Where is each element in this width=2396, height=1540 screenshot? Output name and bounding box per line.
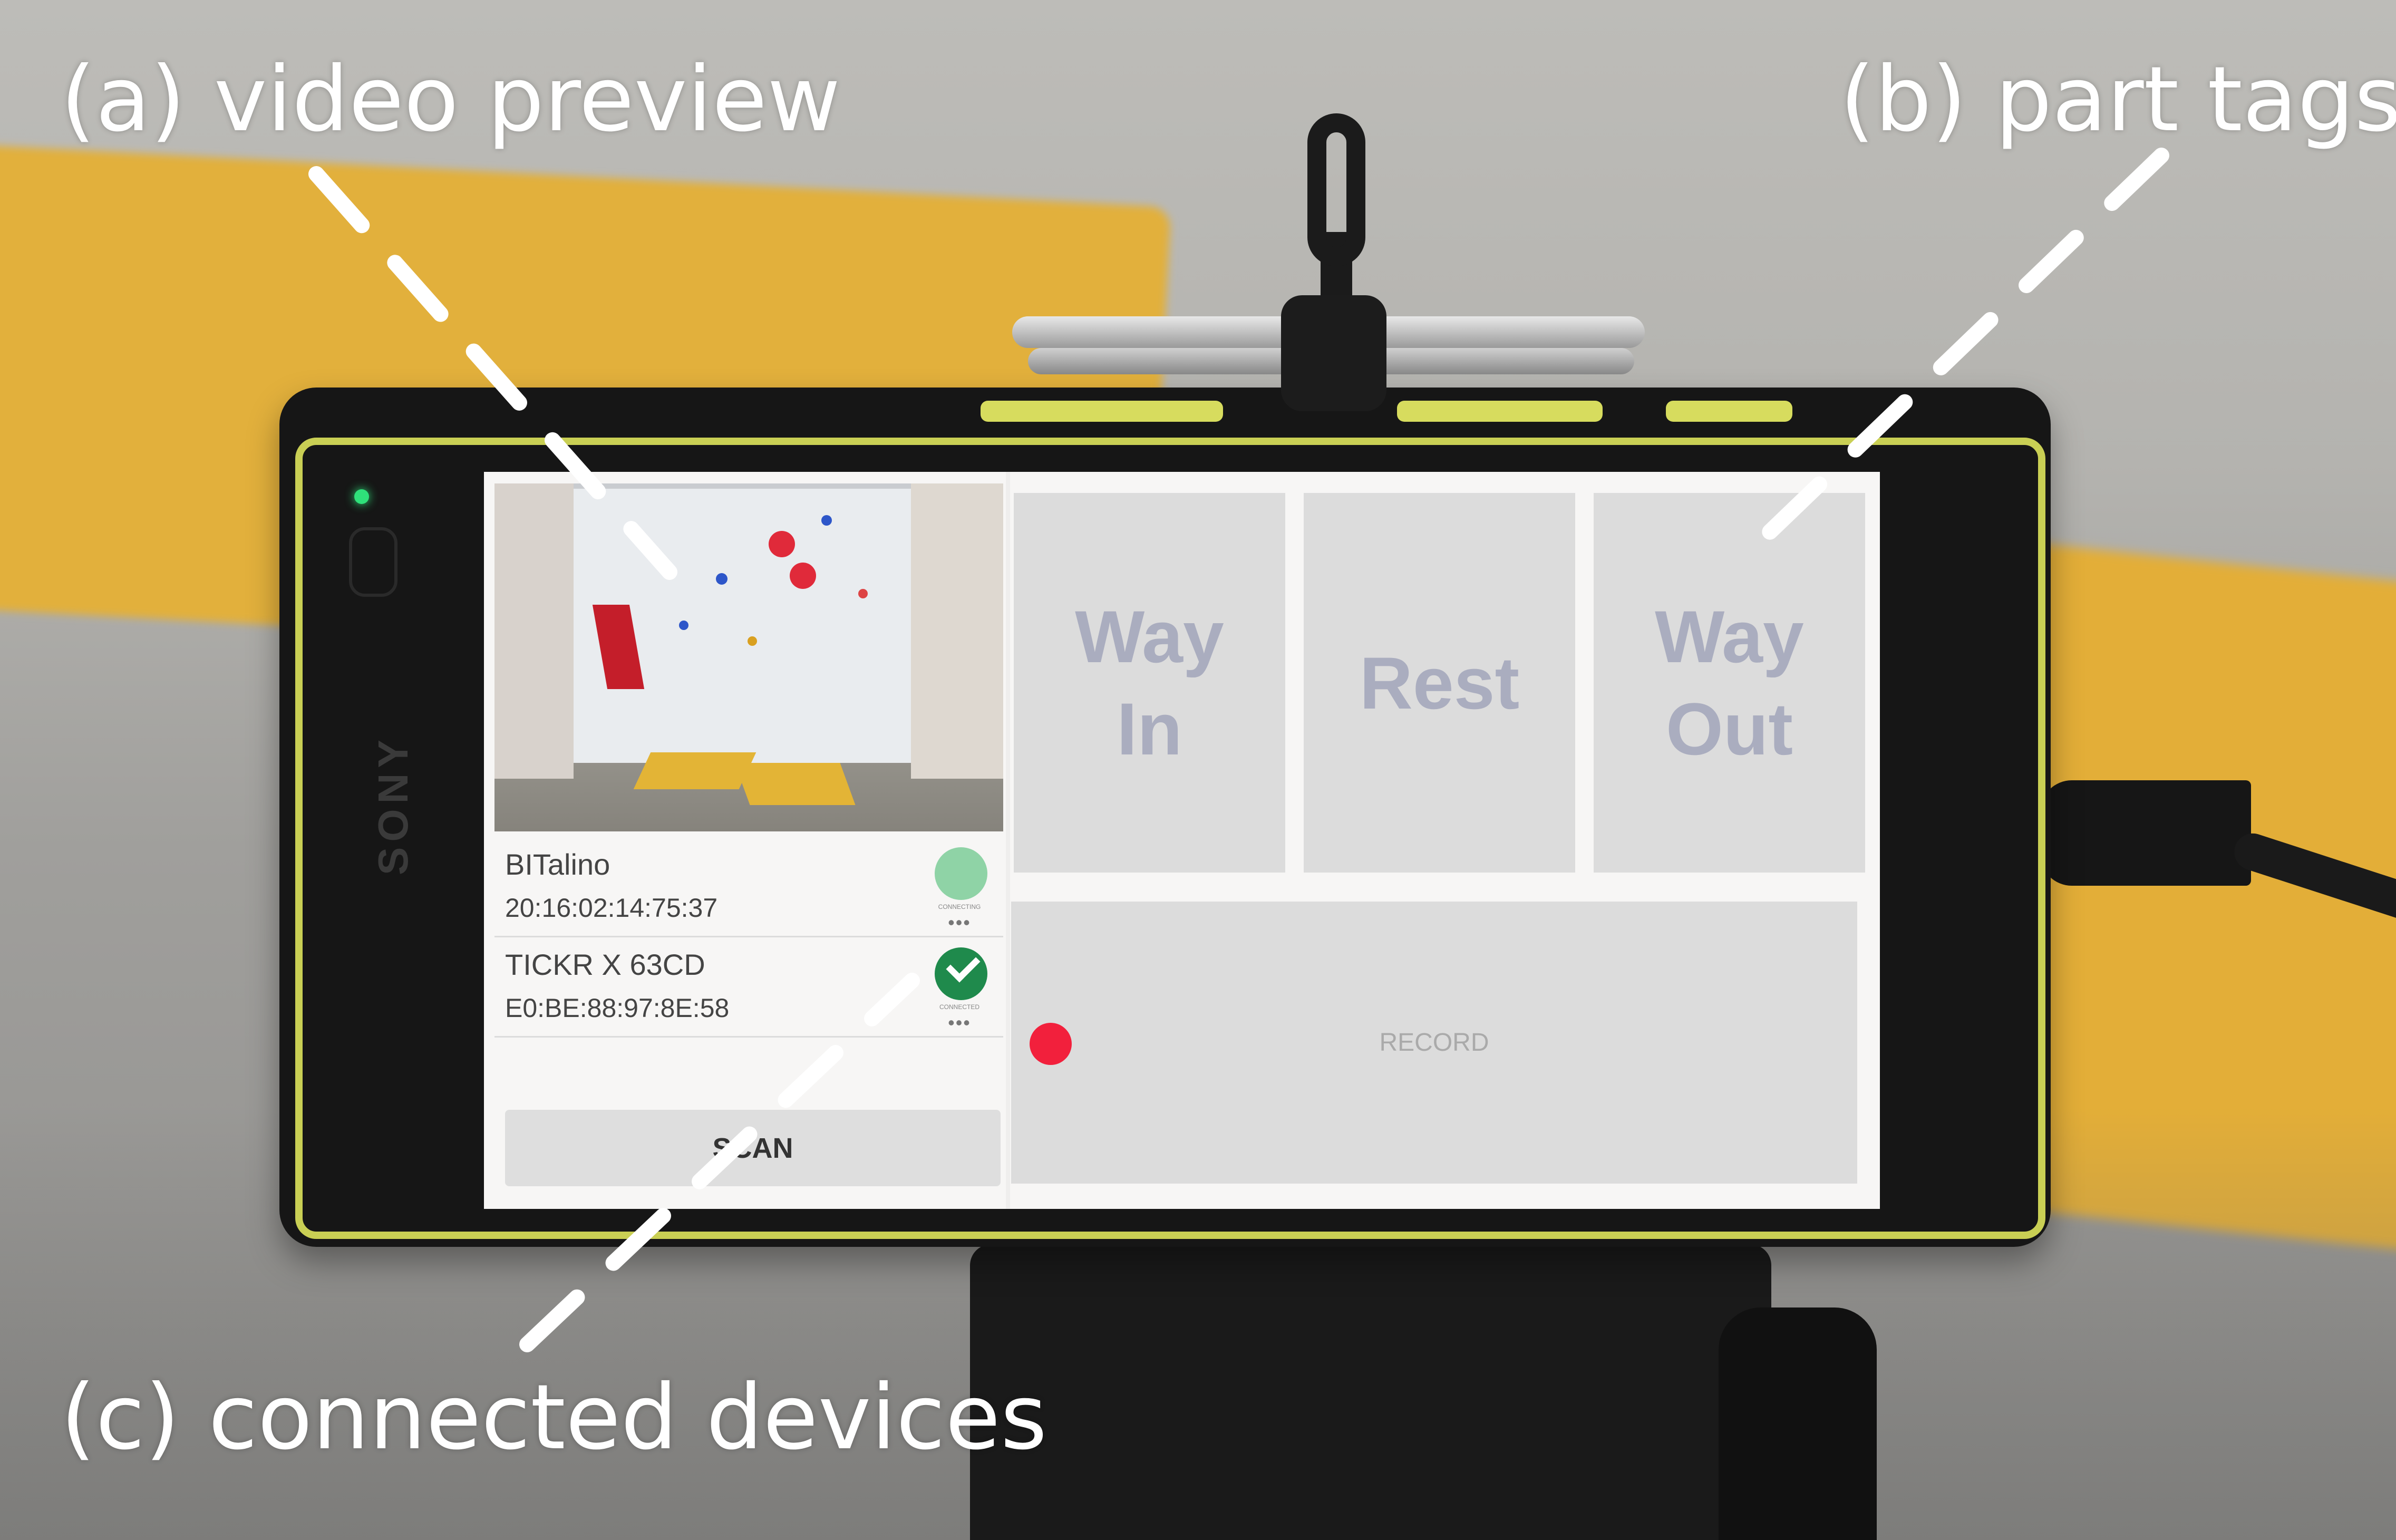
- annotation-line-video-preview: [308, 166, 677, 580]
- photo-background: SONY BITalino 20:16:02:14:75:37 CONNECTI…: [0, 0, 2396, 1540]
- annotation-connected-devices: (c) connected devices: [61, 1365, 1047, 1470]
- annotation-part-tags: (b) part tags: [1840, 47, 2396, 152]
- annotation-video-preview: (a) video preview: [61, 47, 841, 152]
- annotation-line-part-tags: [1748, 148, 2169, 554]
- annotation-line-connected-devices: [519, 973, 920, 1352]
- annotation-lines: [308, 148, 2169, 1352]
